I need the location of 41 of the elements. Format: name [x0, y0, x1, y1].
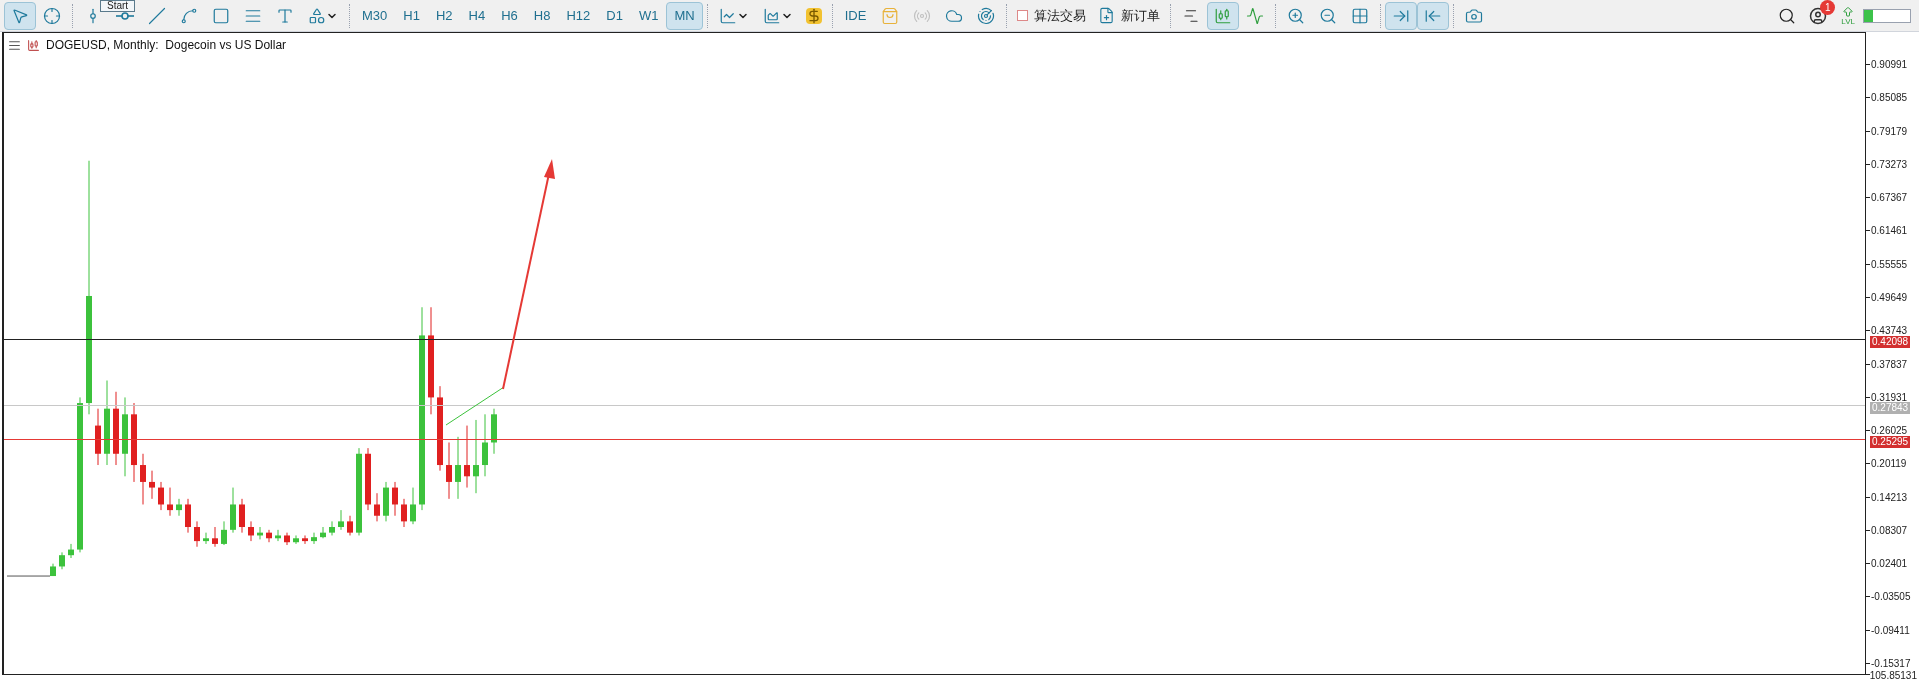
price-label: 0.26025 — [1871, 424, 1908, 437]
price-label: 0.02401 — [1871, 557, 1908, 572]
price-label: 0.73273 — [1871, 157, 1908, 172]
price-label: 0.14213 — [1871, 490, 1908, 505]
price-label: -0.15317 — [1871, 657, 1911, 671]
price-label: 0.43743 — [1871, 324, 1908, 337]
timeframe-tab[interactable]: H12 — [558, 1, 599, 30]
timeframe-tab[interactable]: H4 — [460, 1, 494, 30]
timeframe-tab[interactable]: W1 — [630, 1, 667, 30]
timeframe-tab[interactable]: H1 — [395, 1, 428, 30]
new-order-button[interactable]: 新订单 — [1092, 1, 1167, 30]
account-button[interactable]: 1 — [1803, 1, 1834, 30]
timeframe-tab[interactable]: H2 — [427, 1, 461, 30]
price-label: 0.85085 — [1871, 91, 1908, 106]
price-label: 0.37837 — [1871, 357, 1908, 372]
price-level-tag: 0.27843 — [1870, 402, 1911, 414]
ide-button[interactable]: IDE — [836, 1, 875, 30]
price-label: 0.90991 — [1871, 58, 1908, 72]
level-label: LVL — [1841, 17, 1855, 26]
price-level-tag: 0.42098 — [1870, 336, 1911, 348]
price-label: 0.79179 — [1871, 124, 1908, 139]
price-label: 0.31931 — [1871, 390, 1908, 403]
price-label: 0.61461 — [1871, 224, 1908, 239]
price-label: 0.20119 — [1871, 457, 1907, 472]
timeframe-tab[interactable]: H8 — [525, 1, 559, 30]
algo-trading-button[interactable]: 算法交易 — [1011, 1, 1093, 30]
price-level-tag: 0.25295 — [1870, 436, 1911, 448]
tooltip: Start — [100, 0, 136, 12]
timeframe-tab[interactable]: D1 — [598, 1, 631, 30]
price-label: 0.49649 — [1871, 290, 1908, 305]
price-label: -0.09411 — [1871, 623, 1910, 638]
timeframe-tab[interactable]: M30 — [354, 1, 396, 30]
chart-title: DOGEUSD, Monthly: Dogecoin vs US Dollar — [46, 37, 287, 54]
price-label: 0.55555 — [1871, 257, 1908, 272]
timeframe-tab[interactable]: H6 — [493, 1, 526, 30]
timeframe-tab[interactable]: MN — [666, 1, 703, 30]
price-label: 0.08307 — [1871, 523, 1908, 538]
price-label: -0.03505 — [1871, 590, 1911, 605]
price-label: 105.85131 — [1869, 671, 1917, 681]
notification-badge: 1 — [1820, 0, 1836, 15]
price-label: 0.67367 — [1871, 191, 1908, 206]
